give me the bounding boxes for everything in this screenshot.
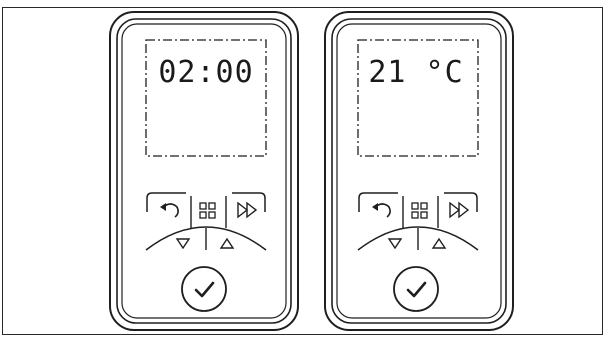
confirm-button-ring[interactable]	[393, 266, 439, 312]
forward-button[interactable]	[441, 196, 475, 224]
confirm-button[interactable]	[181, 266, 227, 312]
up-button-hitbox[interactable]	[210, 232, 244, 254]
menu-button-hitbox[interactable]	[193, 196, 224, 224]
back-button[interactable]	[152, 196, 188, 224]
menu-button[interactable]	[193, 196, 224, 224]
down-button[interactable]	[168, 232, 202, 254]
down-button-hitbox[interactable]	[380, 232, 414, 254]
control-panel-2: 21 °C	[324, 11, 514, 331]
control-panels-drawing: 02:00 21 °C	[109, 11, 514, 331]
up-button[interactable]	[210, 232, 244, 254]
down-button[interactable]	[380, 232, 414, 254]
back-button[interactable]	[364, 196, 400, 224]
back-button-hitbox[interactable]	[152, 196, 188, 224]
illustration: 02:00 21 °C	[0, 0, 607, 340]
confirm-button[interactable]	[393, 266, 439, 312]
lcd-readout: 02:00	[158, 55, 253, 90]
up-button[interactable]	[422, 232, 456, 254]
up-button-hitbox[interactable]	[422, 232, 456, 254]
confirm-button-ring[interactable]	[181, 266, 227, 312]
down-button-hitbox[interactable]	[168, 232, 202, 254]
menu-button[interactable]	[405, 196, 436, 224]
lcd-readout: 21 °C	[368, 55, 463, 90]
back-button-hitbox[interactable]	[364, 196, 400, 224]
menu-button-hitbox[interactable]	[405, 196, 436, 224]
control-panel-1: 02:00	[109, 11, 299, 331]
forward-button[interactable]	[229, 196, 263, 224]
